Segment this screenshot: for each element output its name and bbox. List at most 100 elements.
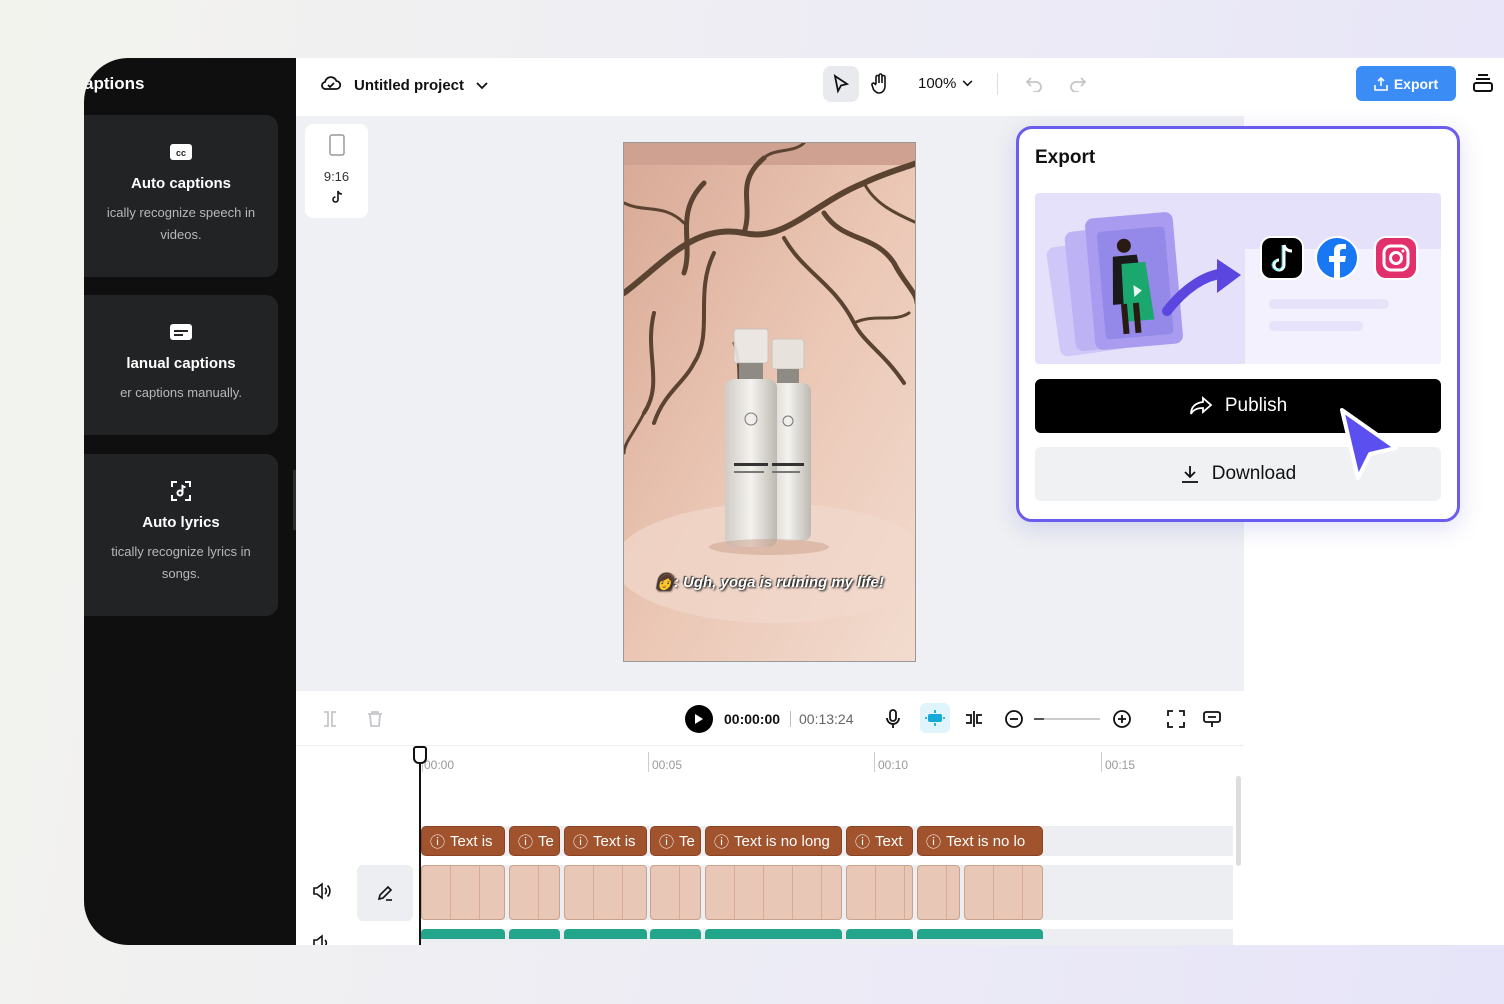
warning-icon: ⓘ <box>926 833 942 851</box>
menu-icon <box>1473 74 1493 92</box>
tiktok-icon <box>1260 236 1304 280</box>
caption-clip[interactable]: ⓘ Te <box>650 826 701 856</box>
timeline-scrollbar[interactable] <box>1236 776 1241 866</box>
record-voice-button[interactable] <box>881 707 905 731</box>
tick-label: 00:10 <box>878 758 909 772</box>
popover-title: Export <box>1035 147 1096 168</box>
align-icon <box>966 711 982 727</box>
timeline-toolbar: 00:00:00 00:13:24 <box>296 691 1244 746</box>
video-clip[interactable] <box>650 865 701 920</box>
play-icon <box>695 714 703 724</box>
tick <box>874 752 875 772</box>
audio-clip[interactable] <box>650 929 701 939</box>
delete-button[interactable] <box>363 707 387 731</box>
trash-icon <box>368 711 382 727</box>
aspect-ratio-label: 9:16 <box>323 169 350 184</box>
video-clip[interactable] <box>564 865 647 920</box>
edit-track-button[interactable] <box>357 865 413 921</box>
caption-clip[interactable]: ⓘ Text <box>846 826 913 856</box>
warning-icon: ⓘ <box>518 833 534 851</box>
fullscreen-icon <box>1167 710 1185 728</box>
redo-button[interactable] <box>1060 66 1096 102</box>
plus-circle-icon <box>1113 710 1131 728</box>
caption-clip[interactable]: ⓘ Te <box>509 826 560 856</box>
tick <box>648 752 649 772</box>
audio-clip[interactable] <box>917 929 1043 939</box>
caption-clip[interactable]: ⓘ Text is <box>564 826 647 856</box>
upload-icon <box>1374 76 1388 91</box>
subtitle-icon <box>168 321 194 343</box>
redo-icon <box>1070 77 1087 92</box>
card-desc: ically recognize speech in videos. <box>106 205 256 242</box>
align-button[interactable] <box>962 707 986 731</box>
caption-clip[interactable]: ⓘ Text is no lo <box>917 826 1043 856</box>
zoom-out-button[interactable] <box>1002 707 1026 731</box>
cloud-icon <box>320 74 342 96</box>
svg-text:cc: cc <box>176 148 186 158</box>
panel-title: aptions <box>84 74 145 93</box>
video-clip[interactable] <box>421 865 505 920</box>
aspect-ratio-card[interactable]: 9:16 <box>305 124 368 218</box>
chevron-down-icon <box>962 80 973 87</box>
auto-snap-button[interactable] <box>920 703 950 733</box>
video-caption[interactable]: 👩: Ugh, yoga is ruining my life! <box>624 573 915 591</box>
track-volume-button[interactable] <box>312 882 332 902</box>
audio-clip[interactable] <box>421 929 505 939</box>
warning-icon: ⓘ <box>855 833 871 851</box>
auto-captions-card[interactable]: cc Auto captions ically recognize speech… <box>84 115 278 277</box>
tick-label: 00:05 <box>652 758 683 772</box>
caption-clip[interactable]: ⓘ Text is no long <box>705 826 842 856</box>
lyrics-icon <box>168 480 194 502</box>
video-clip[interactable] <box>509 865 560 920</box>
auto-lyrics-card[interactable]: Auto lyrics tically recognize lyrics in s… <box>84 454 278 616</box>
microphone-icon <box>886 709 900 728</box>
instagram-icon <box>1374 236 1418 280</box>
project-name: Untitled project <box>354 76 465 94</box>
split-button[interactable] <box>318 707 342 731</box>
audio-clip[interactable] <box>509 929 560 939</box>
tiktok-icon <box>331 190 342 203</box>
export-button[interactable]: Export <box>1356 66 1456 101</box>
zoom-slider-handle[interactable] <box>1034 718 1044 720</box>
audio-clip[interactable] <box>705 929 842 939</box>
play-button[interactable] <box>685 705 713 733</box>
caption-clip[interactable]: ⓘ Text is <box>421 826 505 856</box>
zoom-in-button[interactable] <box>1110 707 1134 731</box>
video-clip[interactable] <box>705 865 842 920</box>
magnet-icon <box>925 710 945 726</box>
export-illustration <box>1035 193 1441 364</box>
caption-view-button[interactable] <box>1200 707 1224 731</box>
undo-button[interactable] <box>1016 66 1052 102</box>
card-desc: er captions manually. <box>120 385 242 400</box>
project-title[interactable]: Untitled project <box>320 74 488 96</box>
audio-clip[interactable] <box>564 929 647 939</box>
fit-timeline-button[interactable] <box>1164 707 1188 731</box>
audio-clip[interactable] <box>846 929 913 939</box>
select-tool-button[interactable] <box>823 66 859 102</box>
timeline: 00:00 00:05 00:10 00:15 ⓘ Text is ⓘ Te ⓘ Te… <box>296 746 1244 945</box>
phone-icon <box>328 134 345 156</box>
video-preview[interactable]: 👩: Ugh, yoga is ruining my life! <box>623 142 916 662</box>
card-title: lanual captions <box>126 355 236 372</box>
hand-tool-button[interactable] <box>862 66 898 102</box>
current-time: 00:00:00 <box>724 711 781 727</box>
video-clip[interactable] <box>917 865 960 920</box>
warning-icon: ⓘ <box>714 833 730 851</box>
undo-icon <box>1025 77 1042 92</box>
zoom-dropdown[interactable]: 100% <box>918 75 973 92</box>
video-clip[interactable] <box>964 865 1043 920</box>
manual-captions-card[interactable]: lanual captions er captions manually. <box>84 295 278 435</box>
playhead-handle[interactable] <box>413 746 427 764</box>
share-icon <box>1189 396 1213 415</box>
captions-panel: aptions cc Auto captions ically recogniz… <box>84 58 296 945</box>
download-icon <box>1181 466 1198 483</box>
tick <box>1101 752 1102 772</box>
facebook-icon <box>1315 236 1359 280</box>
card-desc: tically recognize lyrics in songs. <box>111 544 251 581</box>
layers-menu-button[interactable] <box>1472 72 1496 96</box>
card-title: Auto captions <box>131 175 231 192</box>
chevron-down-icon <box>476 77 488 94</box>
audio-track-volume-button[interactable] <box>312 934 332 945</box>
playhead[interactable] <box>419 746 421 945</box>
video-clip[interactable] <box>846 865 913 920</box>
